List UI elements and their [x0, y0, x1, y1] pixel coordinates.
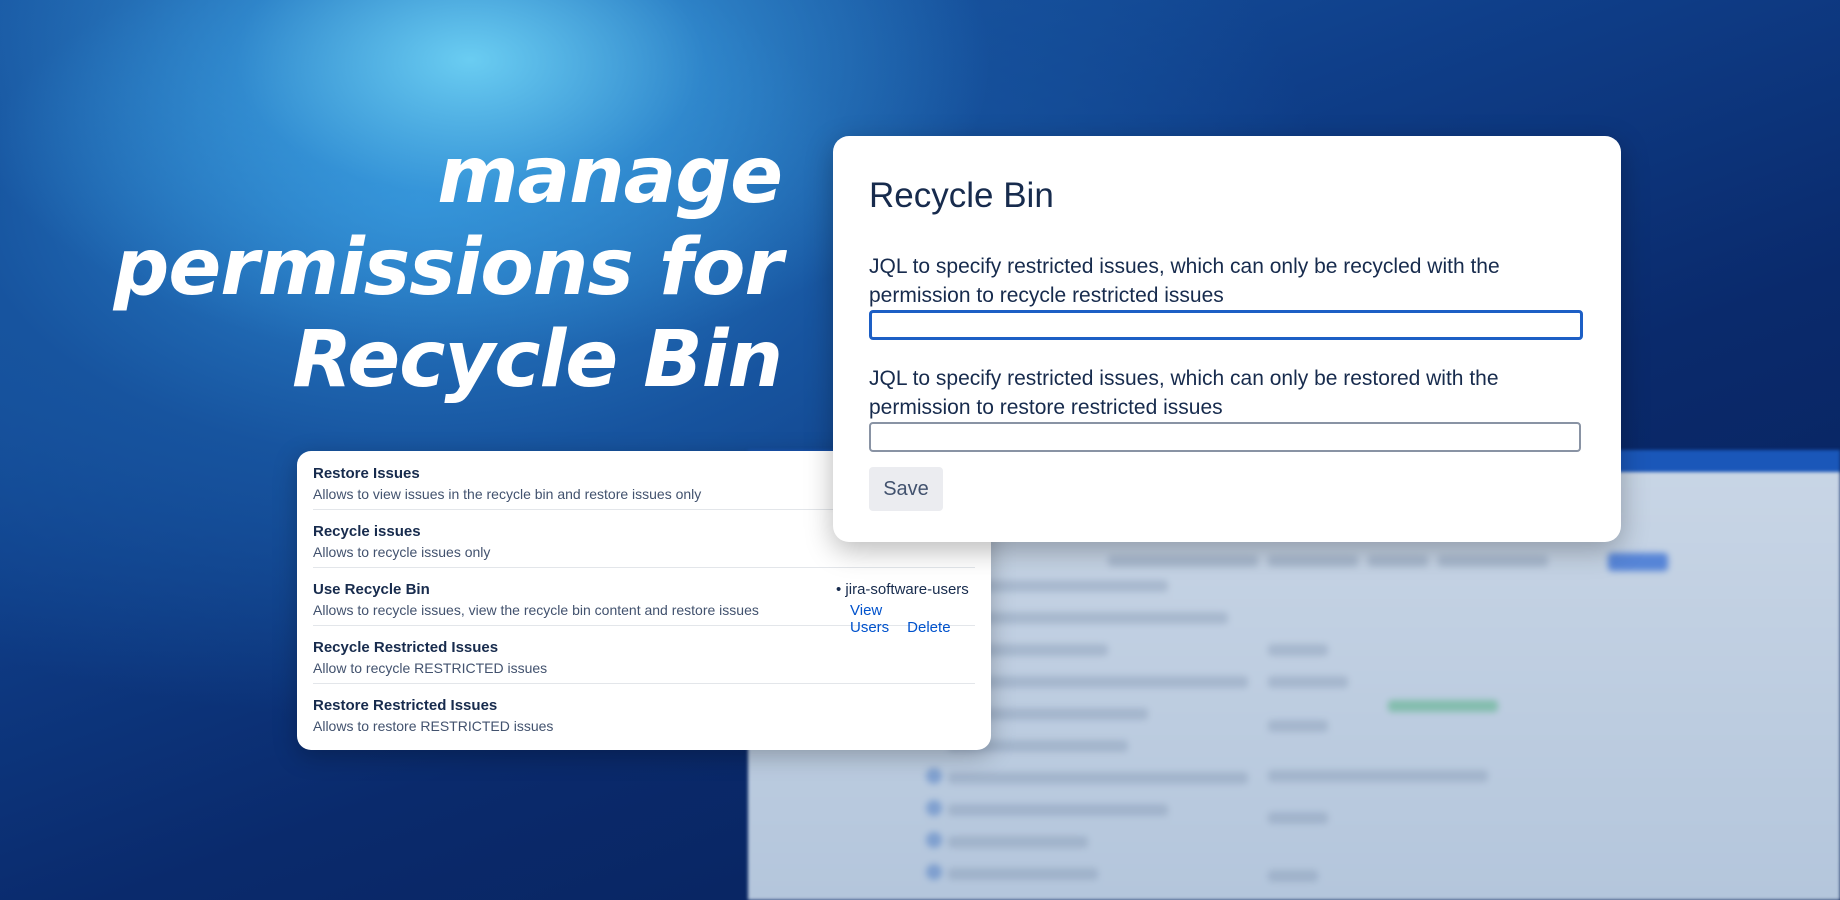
background-blur [948, 676, 1248, 688]
background-blur [948, 836, 1088, 848]
permission-title: Use Recycle Bin [313, 581, 430, 598]
headline-line-2: permissions for [113, 223, 784, 313]
background-blur [1268, 870, 1318, 882]
permission-group-name: jira-software-users [845, 581, 969, 598]
background-blur [926, 768, 942, 784]
permission-description: Allows to view issues in the recycle bin… [313, 486, 702, 502]
background-blur [948, 772, 1248, 784]
background-blur [1268, 676, 1348, 688]
background-blur [1268, 644, 1328, 656]
background-blur [926, 832, 942, 848]
permission-description: Allows to recycle issues, view the recyc… [313, 602, 759, 618]
permission-title: Recycle Restricted Issues [313, 639, 499, 656]
background-blur [1268, 555, 1358, 567]
background-blur [926, 800, 942, 816]
headline-line-3: Recycle Bin [292, 315, 783, 405]
background-blur [926, 864, 942, 880]
background-blur [1268, 812, 1328, 824]
permission-row-restore-restricted-issues: Restore Restricted Issues Allows to rest… [313, 683, 975, 741]
background-blur [1268, 770, 1488, 782]
background-blur [948, 804, 1168, 816]
background-blur [948, 868, 1098, 880]
background-blur [1438, 555, 1548, 567]
permission-title: Restore Issues [313, 465, 420, 482]
permission-row-recycle-restricted-issues: Recycle Restricted Issues Allow to recyc… [313, 625, 975, 684]
permission-description: Allows to recycle issues only [313, 544, 491, 560]
permission-title: Restore Restricted Issues [313, 697, 498, 714]
permission-title: Recycle issues [313, 523, 421, 540]
headline: manage permissions for Recycle Bin [82, 130, 784, 406]
permission-description: Allows to restore RESTRICTED issues [313, 718, 554, 734]
background-blur [1388, 700, 1498, 712]
headline-line-1: manage [437, 131, 783, 221]
recycle-bin-title: Recycle Bin [869, 176, 1054, 215]
background-blur [1608, 553, 1668, 571]
permission-group: • jira-software-users [836, 581, 969, 598]
restore-jql-input[interactable] [869, 422, 1581, 452]
background-blur [1368, 555, 1428, 567]
background-blur [1108, 555, 1258, 567]
restore-jql-label: JQL to specify restricted issues, which … [869, 367, 1499, 419]
recycle-bin-settings-card: Recycle Bin JQL to specify restricted is… [833, 136, 1621, 542]
background-blur [1268, 720, 1328, 732]
save-button[interactable]: Save [869, 467, 943, 511]
recycle-jql-label: JQL to specify restricted issues, which … [869, 255, 1500, 307]
permission-row-use-recycle-bin: Use Recycle Bin Allows to recycle issues… [313, 567, 975, 636]
bullet-icon: • [836, 581, 846, 598]
recycle-jql-input[interactable] [869, 310, 1583, 340]
permission-description: Allow to recycle RESTRICTED issues [313, 660, 548, 676]
